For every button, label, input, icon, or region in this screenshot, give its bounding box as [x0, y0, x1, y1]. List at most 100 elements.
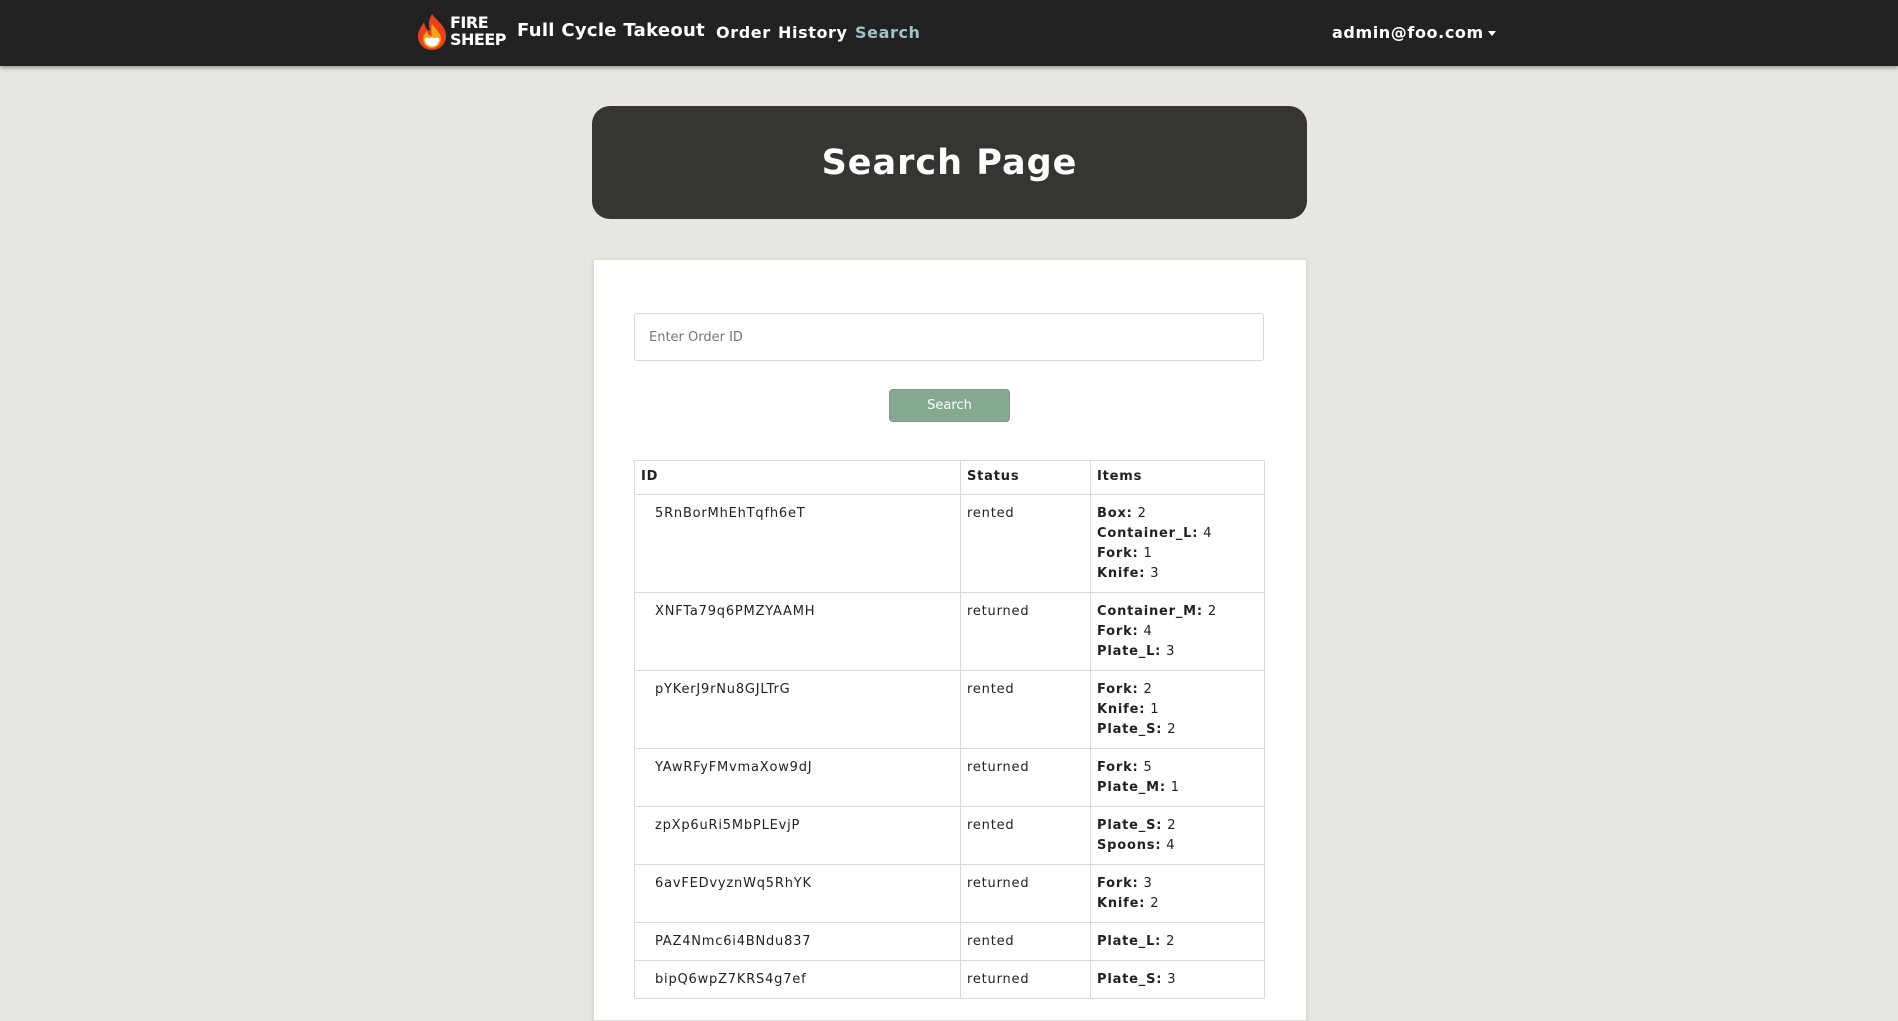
search-button[interactable]: Search	[889, 389, 1010, 422]
orders-table: ID Status Items 5RnBorMhEhTqfh6eT rented B…	[634, 460, 1265, 999]
order-status-cell: rented	[960, 806, 1091, 865]
item-line: Container_M: 2	[1097, 602, 1258, 622]
nav-link-order[interactable]: Order	[716, 23, 771, 42]
item-line: Knife: 3	[1097, 564, 1258, 584]
order-status-cell: returned	[960, 748, 1091, 807]
item-quantity: 3	[1167, 972, 1177, 987]
brand-name-link[interactable]: Full Cycle Takeout	[517, 20, 705, 41]
item-name: Plate_S:	[1097, 972, 1163, 987]
item-name: Plate_S:	[1097, 722, 1163, 737]
flame-icon	[418, 14, 446, 50]
table-row: PAZ4Nmc6i4BNdu837 rented Plate_L: 2	[634, 922, 1265, 961]
item-quantity: 1	[1170, 780, 1180, 795]
item-quantity: 2	[1167, 818, 1177, 833]
order-items-cell: Box: 2 Container_L: 4 Fork: 1 Knife: 3	[1090, 494, 1265, 593]
item-line: Plate_L: 3	[1097, 642, 1258, 662]
caret-down-icon	[1487, 31, 1496, 36]
item-quantity: 2	[1166, 934, 1176, 949]
search-card: Search ID Status Items 5RnBorMhEhTqfh6eT…	[593, 259, 1307, 1021]
item-line: Box: 2	[1097, 504, 1258, 524]
order-items-cell: Fork: 2 Knife: 1 Plate_S: 2	[1090, 670, 1265, 749]
item-quantity: 2	[1150, 896, 1160, 911]
item-line: Plate_S: 3	[1097, 970, 1258, 990]
item-line: Fork: 5	[1097, 758, 1258, 778]
order-status-cell: returned	[960, 864, 1091, 923]
order-items-cell: Plate_S: 3	[1090, 960, 1265, 999]
page-title: Search Page	[821, 142, 1078, 183]
item-quantity: 4	[1203, 526, 1213, 541]
order-id-cell: pYKerJ9rNu8GJLTrG	[634, 670, 961, 749]
nav-link-search[interactable]: Search	[855, 23, 921, 42]
page-header-banner: Search Page	[592, 106, 1307, 219]
item-name: Fork:	[1097, 624, 1139, 639]
order-status-cell: returned	[960, 592, 1091, 671]
order-items-cell: Fork: 5 Plate_M: 1	[1090, 748, 1265, 807]
item-name: Container_L:	[1097, 526, 1199, 541]
item-name: Fork:	[1097, 760, 1139, 775]
order-id-cell: zpXp6uRi5MbPLEvjP	[634, 806, 961, 865]
table-row: 6avFEDvyznWq5RhYK returned Fork: 3 Knife: 2	[634, 864, 1265, 923]
table-row: XNFTa79q6PMZYAAMH returned Container_M: 2F…	[634, 592, 1265, 671]
user-email: admin@foo.com	[1332, 23, 1484, 42]
item-quantity: 5	[1143, 760, 1153, 775]
item-name: Box:	[1097, 506, 1133, 521]
item-line: Plate_M: 1	[1097, 778, 1258, 798]
order-id-cell: bipQ6wpZ7KRS4g7ef	[634, 960, 961, 999]
item-name: Fork:	[1097, 546, 1139, 561]
item-line: Fork: 1	[1097, 544, 1258, 564]
order-status-cell: returned	[960, 960, 1091, 999]
item-quantity: 2	[1143, 682, 1153, 697]
logo-text-top: FIRE	[450, 13, 489, 32]
item-quantity: 3	[1166, 644, 1176, 659]
order-items-cell: Plate_L: 2	[1090, 922, 1265, 961]
table-row: 5RnBorMhEhTqfh6eT rented Box: 2 Container_L…	[634, 494, 1265, 593]
table-row: pYKerJ9rNu8GJLTrG rented Fork: 2 Knife: 1 Pl…	[634, 670, 1265, 749]
order-items-cell: Plate_S: 2 Spoons: 4	[1090, 806, 1265, 865]
table-header-row: ID Status Items	[634, 460, 1265, 495]
item-quantity: 1	[1143, 546, 1153, 561]
item-line: Knife: 1	[1097, 700, 1258, 720]
item-name: Plate_L:	[1097, 934, 1162, 949]
item-quantity: 2	[1167, 722, 1177, 737]
table-row: YAwRFyFMvmaXow9dJ returned Fork: 5 Plate_M:…	[634, 748, 1265, 807]
order-id-cell: PAZ4Nmc6i4BNdu837	[634, 922, 961, 961]
item-name: Knife:	[1097, 566, 1146, 581]
item-name: Plate_S:	[1097, 818, 1163, 833]
item-line: Container_L: 4	[1097, 524, 1258, 544]
item-name: Spoons:	[1097, 838, 1162, 853]
item-name: Knife:	[1097, 702, 1146, 717]
user-menu-dropdown[interactable]: admin@foo.com	[1332, 23, 1496, 42]
order-id-cell: YAwRFyFMvmaXow9dJ	[634, 748, 961, 807]
item-name: Fork:	[1097, 682, 1139, 697]
order-status-cell: rented	[960, 922, 1091, 961]
item-line: Plate_L: 2	[1097, 932, 1258, 952]
item-name: Plate_M:	[1097, 780, 1166, 795]
order-id-cell: 6avFEDvyznWq5RhYK	[634, 864, 961, 923]
table-row: zpXp6uRi5MbPLEvjP rented Plate_S: 2 Spoons:…	[634, 806, 1265, 865]
order-id-cell: 5RnBorMhEhTqfh6eT	[634, 494, 961, 593]
item-name: Fork:	[1097, 876, 1139, 891]
item-line: Knife: 2	[1097, 894, 1258, 914]
order-items-cell: Fork: 3 Knife: 2	[1090, 864, 1265, 923]
order-status-cell: rented	[960, 494, 1091, 593]
column-header-status: Status	[960, 460, 1091, 495]
item-line: Fork: 2	[1097, 680, 1258, 700]
nav-link-history[interactable]: History	[778, 23, 848, 42]
order-id-cell: XNFTa79q6PMZYAAMH	[634, 592, 961, 671]
item-line: Plate_S: 2	[1097, 816, 1258, 836]
order-id-search-input[interactable]	[634, 313, 1264, 361]
item-quantity: 2	[1207, 604, 1217, 619]
item-quantity: 2	[1137, 506, 1147, 521]
fire-sheep-logo[interactable]: FIRE SHEEP	[412, 12, 507, 54]
item-name: Knife:	[1097, 896, 1146, 911]
order-status-cell: rented	[960, 670, 1091, 749]
item-line: Plate_S: 2	[1097, 720, 1258, 740]
orders-table-body: 5RnBorMhEhTqfh6eT rented Box: 2 Container_L…	[634, 494, 1265, 999]
item-line: Fork: 3	[1097, 874, 1258, 894]
order-items-cell: Container_M: 2 Fork: 4 Plate_L: 3	[1090, 592, 1265, 671]
top-navbar: FIRE SHEEP Full Cycle Takeout Order Hist…	[0, 0, 1898, 66]
item-quantity: 4	[1143, 624, 1153, 639]
table-row: bipQ6wpZ7KRS4g7ef returned Plate_S: 3	[634, 960, 1265, 999]
item-line: Fork: 4	[1097, 622, 1258, 642]
item-quantity: 4	[1166, 838, 1176, 853]
